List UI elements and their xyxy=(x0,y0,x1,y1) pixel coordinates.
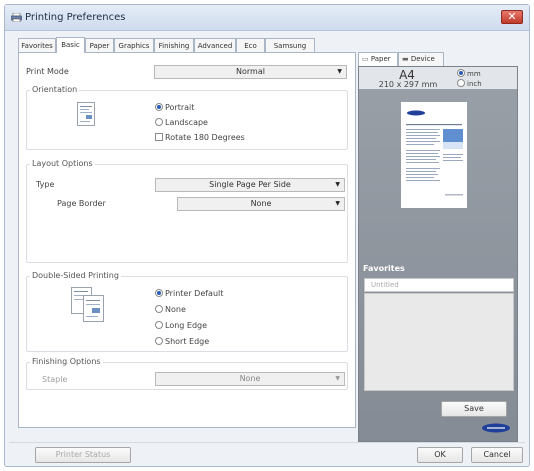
orientation-portrait-radio[interactable]: Portrait xyxy=(155,103,194,113)
layout-type-label: Type xyxy=(36,180,55,189)
tab-advanced[interactable]: Advanced xyxy=(194,38,236,53)
tab-samsung[interactable]: Samsung xyxy=(265,38,315,53)
duplex-pages-icon xyxy=(71,287,104,322)
favorites-name-input[interactable]: Untitled xyxy=(364,278,514,292)
orientation-title: Orientation xyxy=(30,85,80,94)
print-mode-value: Normal xyxy=(236,67,265,76)
samsung-logo-icon xyxy=(482,423,510,433)
title-bar: Printing Preferences ✕ xyxy=(5,5,529,31)
chevron-down-icon: ▼ xyxy=(335,200,340,207)
preview-area: A4 210 x 297 mm mm inch Favorites Untitl… xyxy=(358,66,518,442)
tab-favorites[interactable]: Favorites xyxy=(18,38,56,53)
chevron-down-icon: ▼ xyxy=(335,375,340,382)
tab-graphics[interactable]: Graphics xyxy=(114,38,154,53)
checkbox-unchecked-icon xyxy=(155,133,163,141)
device-tab-icon: ▬ xyxy=(402,55,409,63)
unit-inch-radio[interactable]: inch xyxy=(457,79,482,89)
preview-tab-device-label: Device xyxy=(410,55,435,63)
window-title: Printing Preferences xyxy=(25,12,126,23)
orientation-landscape-label: Landscape xyxy=(165,118,208,127)
double-sided-group: Double-Sided Printing Printer Default No… xyxy=(26,271,348,352)
cancel-button[interactable]: Cancel xyxy=(471,447,523,463)
tab-basic[interactable]: Basic xyxy=(56,37,85,53)
radio-unselected-icon xyxy=(155,321,163,329)
radio-unselected-icon xyxy=(155,337,163,345)
layout-options-title: Layout Options xyxy=(30,159,95,168)
orientation-portrait-label: Portrait xyxy=(165,103,195,112)
page-border-label: Page Border xyxy=(57,199,106,208)
printer-icon xyxy=(11,13,22,22)
layout-options-group: Layout Options Type Single Page Per Side… xyxy=(26,159,348,263)
double-sided-title: Double-Sided Printing xyxy=(30,271,121,280)
chevron-down-icon: ▼ xyxy=(337,68,342,75)
paper-tab-icon: ▭ xyxy=(362,55,369,63)
favorites-list[interactable] xyxy=(364,293,514,391)
unit-inch-label: inch xyxy=(467,80,482,88)
duplex-short-edge-radio[interactable]: Short Edge xyxy=(155,337,209,347)
finishing-options-group: Finishing Options Staple None ▼ xyxy=(26,357,348,390)
preview-pane: ▭ Paper ▬ Device A4 210 x 297 mm mm inch xyxy=(358,52,518,442)
duplex-short-edge-label: Short Edge xyxy=(165,337,210,346)
duplex-printer-default-label: Printer Default xyxy=(165,289,224,298)
save-favorite-button[interactable]: Save xyxy=(441,401,507,417)
radio-unselected-icon xyxy=(457,79,465,87)
duplex-none-radio[interactable]: None xyxy=(155,305,186,315)
printing-preferences-window: Printing Preferences ✕ Favorites Basic P… xyxy=(4,4,530,467)
radio-selected-icon xyxy=(155,289,163,297)
layout-type-select[interactable]: Single Page Per Side ▼ xyxy=(155,178,345,192)
footer-divider xyxy=(9,442,525,443)
print-mode-select[interactable]: Normal ▼ xyxy=(154,65,347,79)
page-border-select[interactable]: None ▼ xyxy=(177,197,345,211)
radio-unselected-icon xyxy=(155,118,163,126)
duplex-printer-default-radio[interactable]: Printer Default xyxy=(155,289,223,299)
staple-select[interactable]: None ▼ xyxy=(155,372,345,386)
layout-type-value: Single Page Per Side xyxy=(209,180,291,189)
preview-tab-device[interactable]: ▬ Device xyxy=(398,52,444,66)
basic-settings-panel: Print Mode Normal ▼ Orientation Portrait… xyxy=(18,52,356,428)
duplex-long-edge-label: Long Edge xyxy=(165,321,208,330)
preview-tab-paper-label: Paper xyxy=(370,55,391,63)
tab-eco[interactable]: Eco xyxy=(236,38,265,53)
unit-mm-radio[interactable]: mm xyxy=(457,69,481,79)
radio-selected-icon xyxy=(155,103,163,111)
duplex-none-label: None xyxy=(165,305,186,314)
print-mode-label: Print Mode xyxy=(26,67,69,76)
tab-paper[interactable]: Paper xyxy=(85,38,114,53)
tab-finishing[interactable]: Finishing xyxy=(154,38,194,53)
unit-mm-label: mm xyxy=(467,70,481,78)
ok-button[interactable]: OK xyxy=(417,447,463,463)
preview-tab-paper[interactable]: ▭ Paper xyxy=(358,52,398,66)
page-border-value: None xyxy=(250,199,272,208)
rotate-180-label: Rotate 180 Degrees xyxy=(165,133,245,142)
chevron-down-icon: ▼ xyxy=(335,181,340,188)
orientation-landscape-radio[interactable]: Landscape xyxy=(155,118,208,128)
paper-dimensions: 210 x 297 mm xyxy=(378,80,438,89)
duplex-long-edge-radio[interactable]: Long Edge xyxy=(155,321,207,331)
staple-label: Staple xyxy=(42,375,68,384)
page-preview-thumbnail xyxy=(401,102,467,208)
close-button[interactable]: ✕ xyxy=(501,10,523,24)
portrait-page-icon xyxy=(77,102,95,126)
printer-status-button[interactable]: Printer Status xyxy=(35,447,131,463)
favorites-title: Favorites xyxy=(363,264,405,273)
staple-value: None xyxy=(239,374,261,383)
radio-unselected-icon xyxy=(155,305,163,313)
radio-selected-icon xyxy=(457,69,465,77)
rotate-180-checkbox[interactable]: Rotate 180 Degrees xyxy=(155,133,245,143)
orientation-group: Orientation Portrait Landscape Rotate 18… xyxy=(26,85,348,150)
finishing-options-title: Finishing Options xyxy=(30,357,103,366)
